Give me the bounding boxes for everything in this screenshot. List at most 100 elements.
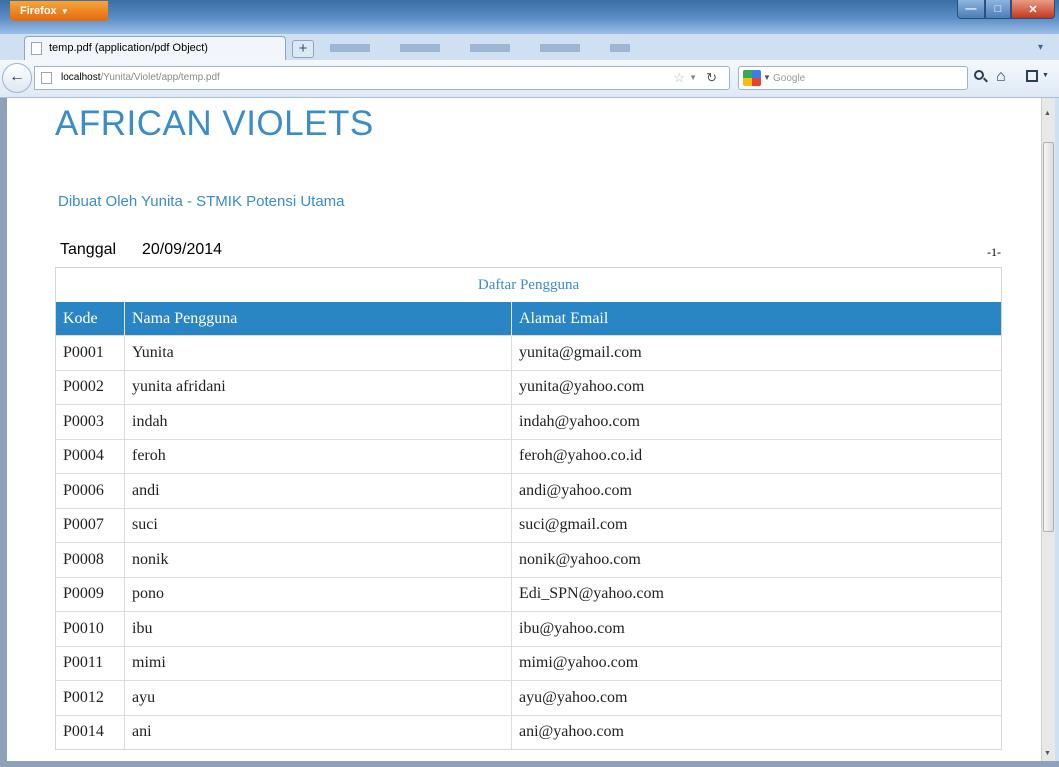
- cell-email: ibu@yahoo.com: [511, 611, 1001, 646]
- cell-kode: P0010: [56, 611, 125, 646]
- column-header-email: Alamat Email: [511, 302, 1001, 336]
- cell-email: ayu@yahoo.com: [511, 680, 1001, 715]
- cell-nama: yunita afridani: [124, 369, 512, 405]
- table-header-row: Kode Nama Pengguna Alamat Email: [56, 302, 1001, 336]
- cell-kode: P0009: [56, 576, 125, 612]
- google-engine-icon[interactable]: [743, 70, 761, 86]
- table-row: P0002 yunita afridani yunita@yahoo.com: [56, 369, 1001, 405]
- vertical-scrollbar[interactable]: ▲ ▼: [1041, 98, 1055, 761]
- table-caption: Daftar Pengguna: [477, 277, 580, 293]
- date-value: 20/09/2014: [142, 241, 223, 258]
- chevron-down-icon: ▼: [60, 7, 69, 16]
- bookmark-star-icon[interactable]: ☆: [673, 70, 685, 86]
- url-path: /Yunita/Violet/app/temp.pdf: [100, 72, 220, 83]
- table-row: P0011 mimi mimi@yahoo.com: [56, 645, 1001, 681]
- cell-email: feroh@yahoo.co.id: [511, 438, 1001, 474]
- cell-email: suci@gmail.com: [511, 507, 1001, 543]
- table-row: P0009 pono Edi_SPN@yahoo.com: [56, 576, 1001, 612]
- cell-email: Edi_SPN@yahoo.com: [511, 576, 1001, 612]
- cell-nama: Yunita: [124, 335, 512, 370]
- cell-kode: P0002: [56, 369, 125, 405]
- table-body: P0001 Yunita yunita@gmail.com P0002 yunita a…: [56, 335, 1001, 749]
- chevron-down-icon[interactable]: ▼: [1042, 72, 1049, 79]
- cell-kode: P0007: [56, 507, 125, 543]
- tab-title: temp.pdf (application/pdf Object): [49, 42, 208, 54]
- table-row: P0007 suci suci@gmail.com: [56, 507, 1001, 543]
- browser-window: Firefox ▼ — □ ✕ temp.pdf (application/pdf…: [0, 0, 1059, 767]
- cell-kode: P0003: [56, 404, 125, 439]
- cell-email: indah@yahoo.com: [511, 404, 1001, 439]
- engine-dropdown-icon[interactable]: ▼: [763, 73, 771, 82]
- column-header-nama: Nama Pengguna: [124, 302, 512, 336]
- cell-kode: P0006: [56, 473, 125, 508]
- cell-kode: P0004: [56, 438, 125, 474]
- minimize-button[interactable]: —: [957, 0, 985, 19]
- cell-nama: feroh: [124, 438, 512, 474]
- close-button[interactable]: ✕: [1011, 0, 1055, 19]
- tab-strip: temp.pdf (application/pdf Object) + ▾: [0, 34, 1059, 60]
- new-tab-button[interactable]: +: [292, 40, 314, 58]
- table-row: P0012 ayu ayu@yahoo.com: [56, 680, 1001, 715]
- cell-nama: mimi: [124, 645, 512, 681]
- left-frame: [0, 98, 7, 761]
- users-table-box: Daftar Pengguna Kode Nama Pengguna Alama…: [55, 267, 1002, 750]
- cell-kode: P0014: [56, 714, 125, 749]
- cell-nama: nonik: [124, 542, 512, 577]
- navigation-toolbar: ← localhost/Yunita/Violet/app/temp.pdf ☆…: [0, 60, 1059, 98]
- cell-email: yunita@gmail.com: [511, 335, 1001, 370]
- document-subtitle: Dibuat Oleh Yunita - STMIK Potensi Utama: [58, 193, 345, 210]
- scroll-up-icon[interactable]: ▲: [1044, 110, 1051, 117]
- scroll-down-icon[interactable]: ▼: [1044, 750, 1051, 757]
- firefox-menu-button[interactable]: Firefox ▼: [10, 1, 108, 21]
- url-text: localhost/Yunita/Violet/app/temp.pdf: [61, 72, 220, 83]
- bottom-frame: [0, 761, 1059, 767]
- search-input[interactable]: Google: [773, 73, 805, 84]
- table-row: P0014 ani ani@yahoo.com: [56, 714, 1001, 749]
- table-row: P0003 indah indah@yahoo.com: [56, 404, 1001, 439]
- tab-list-icon[interactable]: ▾: [1038, 42, 1043, 53]
- cell-email: andi@yahoo.com: [511, 473, 1001, 508]
- url-host: localhost: [61, 72, 101, 83]
- table-row: P0010 ibu ibu@yahoo.com: [56, 611, 1001, 646]
- page-number: -1-: [987, 245, 1001, 259]
- search-bar[interactable]: ▼ Google: [738, 66, 968, 90]
- cell-email: yunita@yahoo.com: [511, 369, 1001, 405]
- url-bar[interactable]: localhost/Yunita/Violet/app/temp.pdf ☆ ▼…: [34, 66, 730, 90]
- title-bar: Firefox ▼ — □ ✕: [0, 0, 1059, 34]
- blurred-bookmarks: [330, 44, 630, 52]
- cell-nama: ayu: [124, 680, 512, 715]
- maximize-button[interactable]: □: [985, 0, 1011, 19]
- cell-email: mimi@yahoo.com: [511, 645, 1001, 681]
- column-header-kode: Kode: [56, 302, 125, 336]
- cell-kode: P0012: [56, 680, 125, 715]
- table-row: P0004 feroh feroh@yahoo.co.id: [56, 438, 1001, 474]
- cell-email: nonik@yahoo.com: [511, 542, 1001, 577]
- cell-kode: P0011: [56, 645, 125, 681]
- cell-nama: ibu: [124, 611, 512, 646]
- table-row: P0008 nonik nonik@yahoo.com: [56, 542, 1001, 577]
- cell-kode: P0008: [56, 542, 125, 577]
- page-icon: [31, 42, 42, 55]
- cell-nama: andi: [124, 473, 512, 508]
- cell-email: ani@yahoo.com: [511, 714, 1001, 749]
- users-table: Kode Nama Pengguna Alamat Email P0001 Yun…: [56, 302, 1001, 749]
- date-label: Tanggal: [60, 241, 117, 258]
- table-row: P0006 andi andi@yahoo.com: [56, 473, 1001, 508]
- scrollbar-thumb[interactable]: [1043, 142, 1054, 532]
- url-history-dropdown-icon[interactable]: ▼: [689, 73, 697, 82]
- site-identity-icon[interactable]: [41, 72, 52, 84]
- search-icon[interactable]: [974, 70, 984, 80]
- reload-icon[interactable]: ↻: [706, 70, 717, 86]
- cell-nama: indah: [124, 404, 512, 439]
- document-title: AFRICAN VIOLETS: [55, 104, 374, 143]
- pdf-viewer: AFRICAN VIOLETS Dibuat Oleh Yunita - STM…: [7, 98, 1041, 761]
- tab-temp-pdf[interactable]: temp.pdf (application/pdf Object): [24, 36, 286, 60]
- cell-nama: pono: [124, 576, 512, 612]
- home-icon[interactable]: ⌂: [996, 68, 1006, 86]
- back-button[interactable]: ←: [2, 63, 32, 93]
- table-row: P0001 Yunita yunita@gmail.com: [56, 335, 1001, 370]
- cell-nama: ani: [124, 714, 512, 749]
- bookmarks-menu-icon[interactable]: [1026, 70, 1038, 82]
- cell-nama: suci: [124, 507, 512, 543]
- window-controls: — □ ✕: [957, 0, 1055, 20]
